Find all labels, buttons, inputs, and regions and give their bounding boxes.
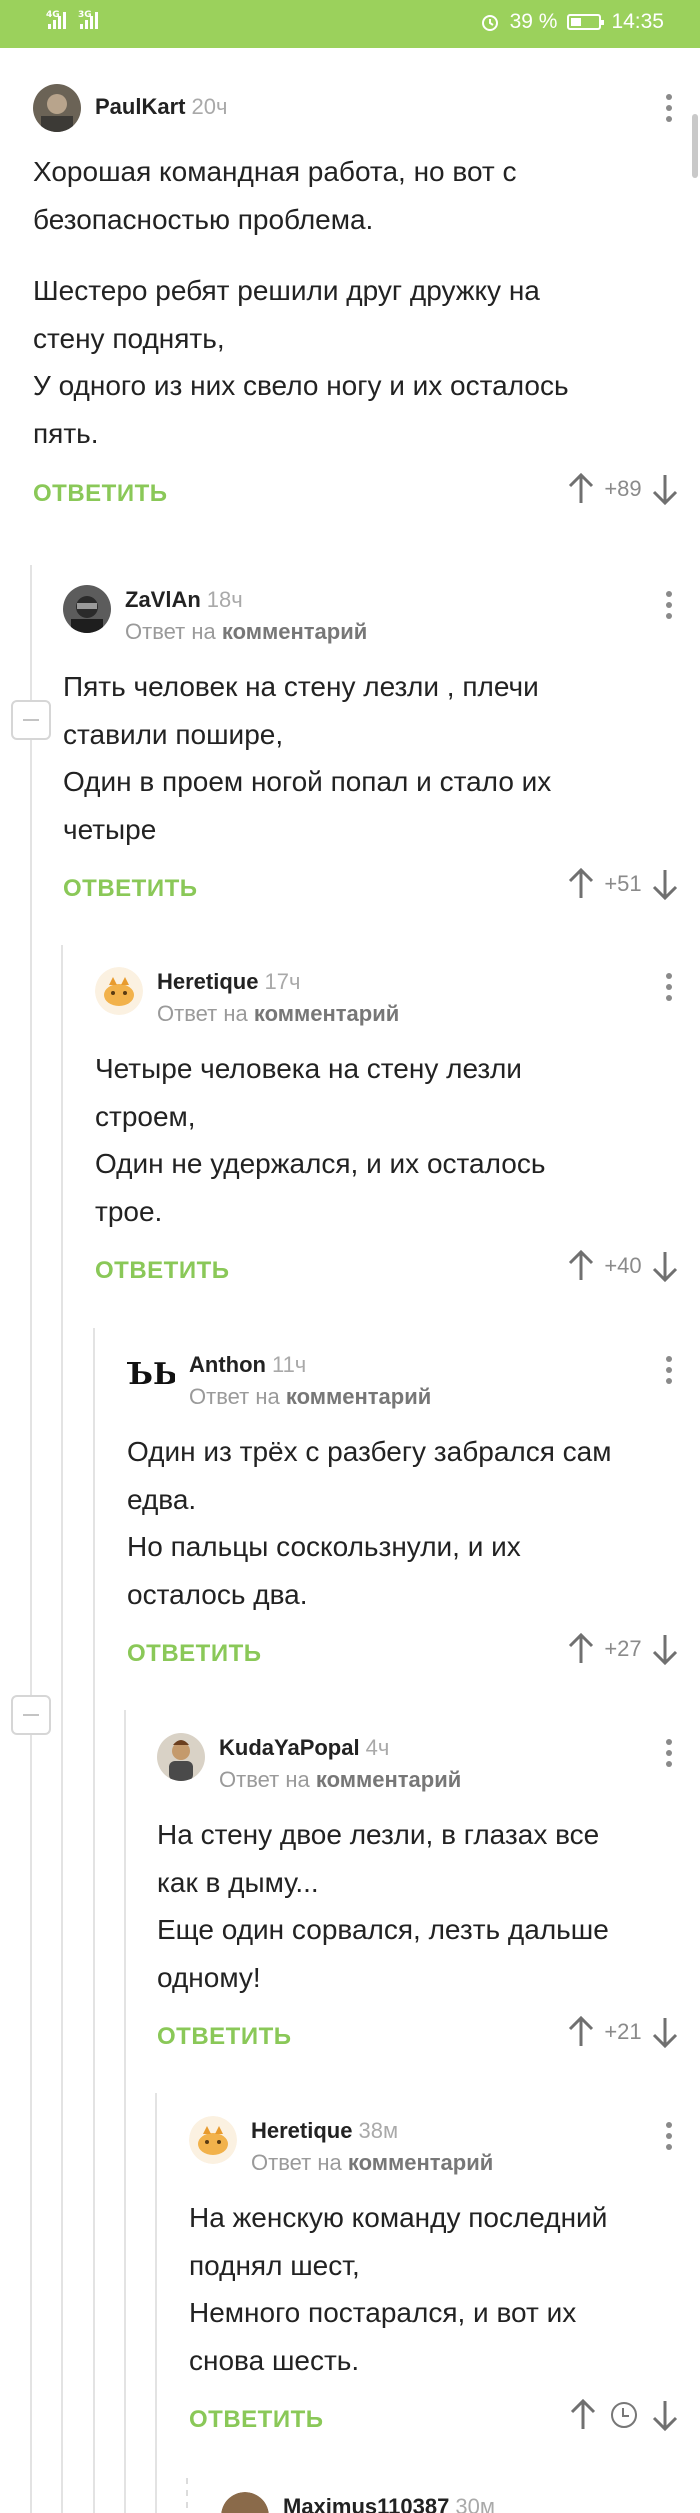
- signal-icon: 4G: [46, 10, 66, 29]
- alarm-icon: [481, 15, 498, 31]
- reply-to-link[interactable]: Ответ на комментарий: [189, 1384, 431, 1410]
- reply-to-link[interactable]: Ответ на комментарий: [157, 1001, 399, 1027]
- rating-score: +21: [604, 2019, 642, 2045]
- collapse-thread-button[interactable]: [11, 700, 51, 740]
- thread-line: [155, 2093, 157, 2513]
- avatar[interactable]: [221, 2492, 269, 2513]
- vote-controls: +21: [567, 2015, 679, 2049]
- rating-score: +89: [604, 475, 642, 501]
- vote-controls: +27: [567, 1632, 679, 1666]
- downvote-icon[interactable]: [651, 1632, 679, 1666]
- comment-time: 30м: [455, 2494, 495, 2513]
- upvote-icon[interactable]: [567, 867, 595, 901]
- thread-line: [186, 2478, 188, 2513]
- comment: KudaYaPopal 4ч Ответ на комментарий На ст…: [157, 1733, 678, 2067]
- comment-time: 4ч: [365, 1735, 390, 1760]
- reply-button[interactable]: ОТВЕТИТЬ: [189, 2406, 324, 2434]
- upvote-icon[interactable]: [569, 2398, 597, 2432]
- upvote-icon[interactable]: [567, 1632, 595, 1666]
- avatar[interactable]: [189, 2116, 237, 2164]
- downvote-icon[interactable]: [651, 2015, 679, 2049]
- comment-time: 38м: [358, 2118, 399, 2143]
- comment-author[interactable]: Heretique 17ч: [157, 969, 300, 995]
- avatar[interactable]: [63, 585, 111, 633]
- comment-time: 18ч: [206, 587, 243, 612]
- collapse-thread-button[interactable]: [11, 1695, 51, 1735]
- downvote-icon[interactable]: [651, 2398, 679, 2432]
- battery-icon: [567, 14, 605, 30]
- comment: ZaVlAn 18ч Ответ на комментарий Пять чело…: [63, 585, 678, 919]
- signal-indicators: 4G 3G: [46, 10, 98, 29]
- clock: 14:35: [611, 10, 664, 33]
- comment-time: 11ч: [271, 1352, 307, 1377]
- thread-line: [30, 565, 32, 2513]
- comment-author[interactable]: KudaYaPopal 4ч: [219, 1735, 389, 1761]
- comment-author[interactable]: Anthon 11ч: [189, 1352, 306, 1378]
- avatar[interactable]: [95, 967, 143, 1015]
- vote-controls: +40: [567, 1249, 679, 1283]
- more-options-icon[interactable]: [665, 1356, 673, 1384]
- vote-controls: +51: [567, 867, 679, 901]
- rating-score: +27: [604, 1636, 642, 1662]
- clock-icon: [611, 2402, 637, 2429]
- thread-line: [93, 1328, 95, 2513]
- reply-to-link[interactable]: Ответ на комментарий: [125, 619, 367, 645]
- comment: Heretique 17ч Ответ на комментарий Четыре…: [95, 967, 678, 1301]
- rating-score: +40: [604, 1253, 642, 1279]
- thread-line: [124, 1710, 126, 2513]
- more-options-icon[interactable]: [665, 94, 673, 122]
- status-bar: 4G 3G 39 % 14:35: [0, 0, 700, 48]
- comment: Maximus110387 30м: [221, 2492, 673, 2513]
- reply-button[interactable]: ОТВЕТИТЬ: [63, 875, 198, 903]
- signal-icon: 3G: [78, 10, 98, 29]
- reply-to-link[interactable]: Ответ на комментарий: [251, 2150, 493, 2176]
- comment-body: Хорошая командная работа, но вот с безоп…: [33, 156, 569, 449]
- avatar[interactable]: [33, 84, 81, 132]
- reply-button[interactable]: ОТВЕТИТЬ: [127, 1640, 262, 1668]
- comment-author[interactable]: ZaVlAn 18ч: [125, 587, 243, 613]
- downvote-icon[interactable]: [651, 1249, 679, 1283]
- reply-button[interactable]: ОТВЕТИТЬ: [95, 1257, 230, 1285]
- more-options-icon[interactable]: [665, 1739, 673, 1767]
- reply-button[interactable]: ОТВЕТИТЬ: [157, 2023, 292, 2051]
- vote-controls: [569, 2398, 679, 2432]
- scrollbar[interactable]: [692, 114, 698, 178]
- comment-body: Четыре человека на стену лезли строем, О…: [95, 1053, 546, 1227]
- comment-body: Один из трёх с разбегу забрался сам едва…: [127, 1436, 612, 1610]
- upvote-icon[interactable]: [567, 472, 595, 506]
- comment-body: На женскую команду последний поднял шест…: [189, 2202, 608, 2376]
- comment-author[interactable]: Maximus110387 30м: [283, 2494, 495, 2513]
- battery-percent: 39 %: [509, 10, 558, 33]
- more-options-icon[interactable]: [665, 973, 673, 1001]
- thread-line: [61, 945, 63, 2513]
- comment: Heretique 38м Ответ на комментарий На жен…: [189, 2116, 678, 2450]
- comment-time: 20ч: [191, 94, 228, 119]
- comment-author[interactable]: Heretique 38м: [251, 2118, 398, 2144]
- comment: ЪЬ Anthon 11ч Ответ на комментарий Один и…: [127, 1350, 678, 1684]
- vote-controls: +89: [567, 472, 679, 506]
- comment: PaulKart 20ч Хорошая командная работа, но…: [33, 84, 678, 524]
- comment-body: На стену двое лезли, в глазах все как в …: [157, 1819, 609, 1993]
- downvote-icon[interactable]: [651, 867, 679, 901]
- rating-score: +51: [604, 871, 642, 897]
- more-options-icon[interactable]: [665, 2122, 673, 2150]
- avatar[interactable]: ЪЬ: [127, 1350, 175, 1398]
- more-options-icon[interactable]: [665, 591, 673, 619]
- reply-to-link[interactable]: Ответ на комментарий: [219, 1767, 461, 1793]
- upvote-icon[interactable]: [567, 1249, 595, 1283]
- downvote-icon[interactable]: [651, 472, 679, 506]
- comment-author[interactable]: PaulKart 20ч: [95, 94, 227, 120]
- avatar[interactable]: [157, 1733, 205, 1781]
- comment-body: Пять человек на стену лезли , плечи став…: [63, 671, 552, 845]
- upvote-icon[interactable]: [567, 2015, 595, 2049]
- comment-time: 17ч: [264, 969, 301, 994]
- reply-button[interactable]: ОТВЕТИТЬ: [33, 480, 168, 508]
